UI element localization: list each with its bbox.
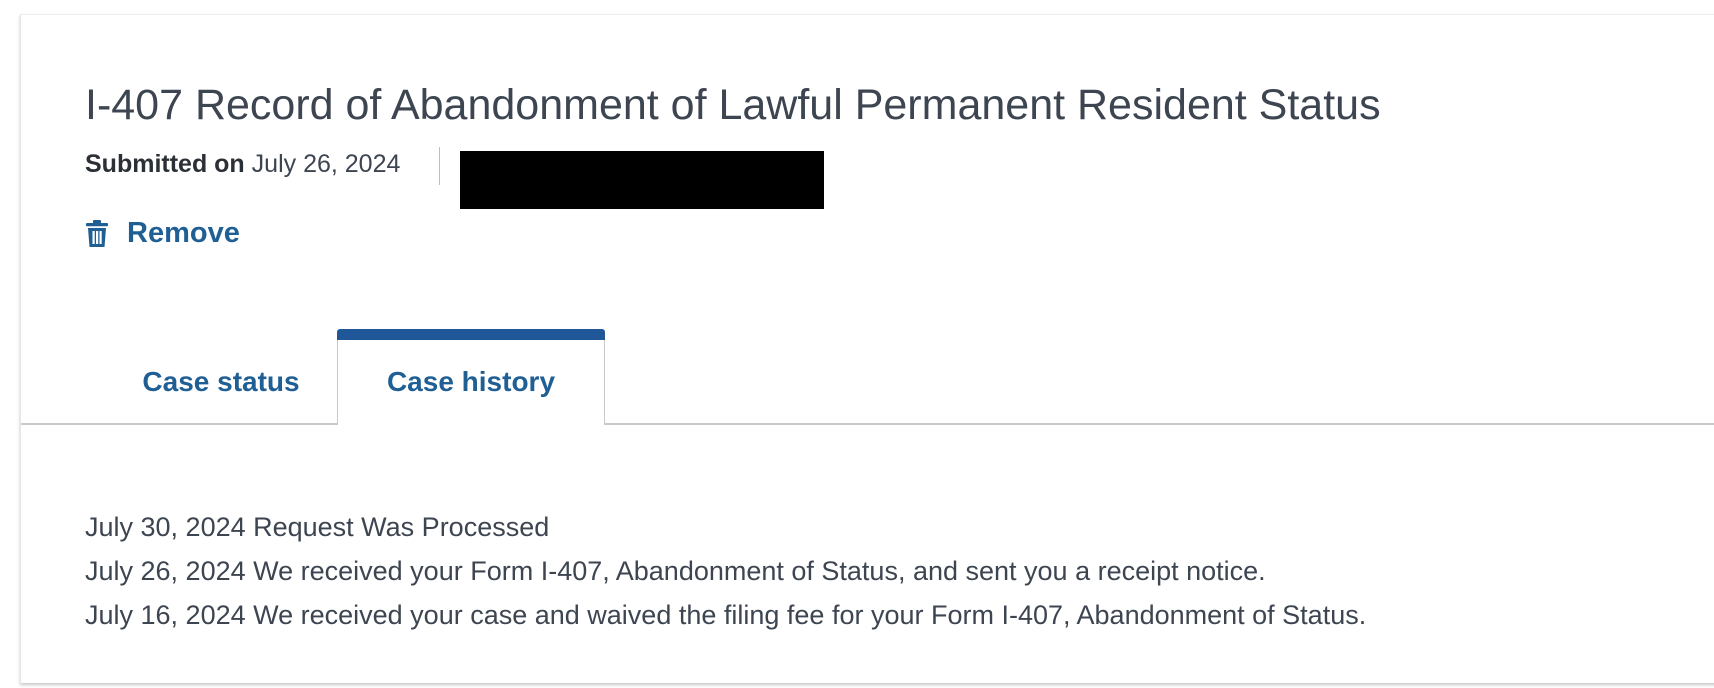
case-card: I-407 Record of Abandonment of Lawful Pe… xyxy=(20,14,1714,683)
case-title: I-407 Record of Abandonment of Lawful Pe… xyxy=(85,81,1381,129)
remove-label: Remove xyxy=(127,217,240,249)
history-item: July 26, 2024 We received your Form I-40… xyxy=(85,556,1266,586)
case-history-list: July 30, 2024 Request Was Processed July… xyxy=(85,505,1366,637)
submitted-date: July 26, 2024 xyxy=(251,150,401,178)
tab-case-history[interactable]: Case history xyxy=(337,329,605,425)
meta-divider xyxy=(439,147,440,185)
history-item: July 16, 2024 We received your case and … xyxy=(85,600,1367,630)
tabs-divider xyxy=(21,423,1714,425)
submitted-label: Submitted on xyxy=(85,150,245,178)
redacted-receipt-number xyxy=(460,151,824,209)
submitted-info: Submitted on July 26, 2024 xyxy=(85,150,400,210)
history-item: July 30, 2024 Request Was Processed xyxy=(85,512,550,542)
tab-case-status[interactable]: Case status xyxy=(85,340,357,424)
remove-button[interactable]: Remove xyxy=(85,217,240,250)
trash-icon xyxy=(85,219,109,248)
